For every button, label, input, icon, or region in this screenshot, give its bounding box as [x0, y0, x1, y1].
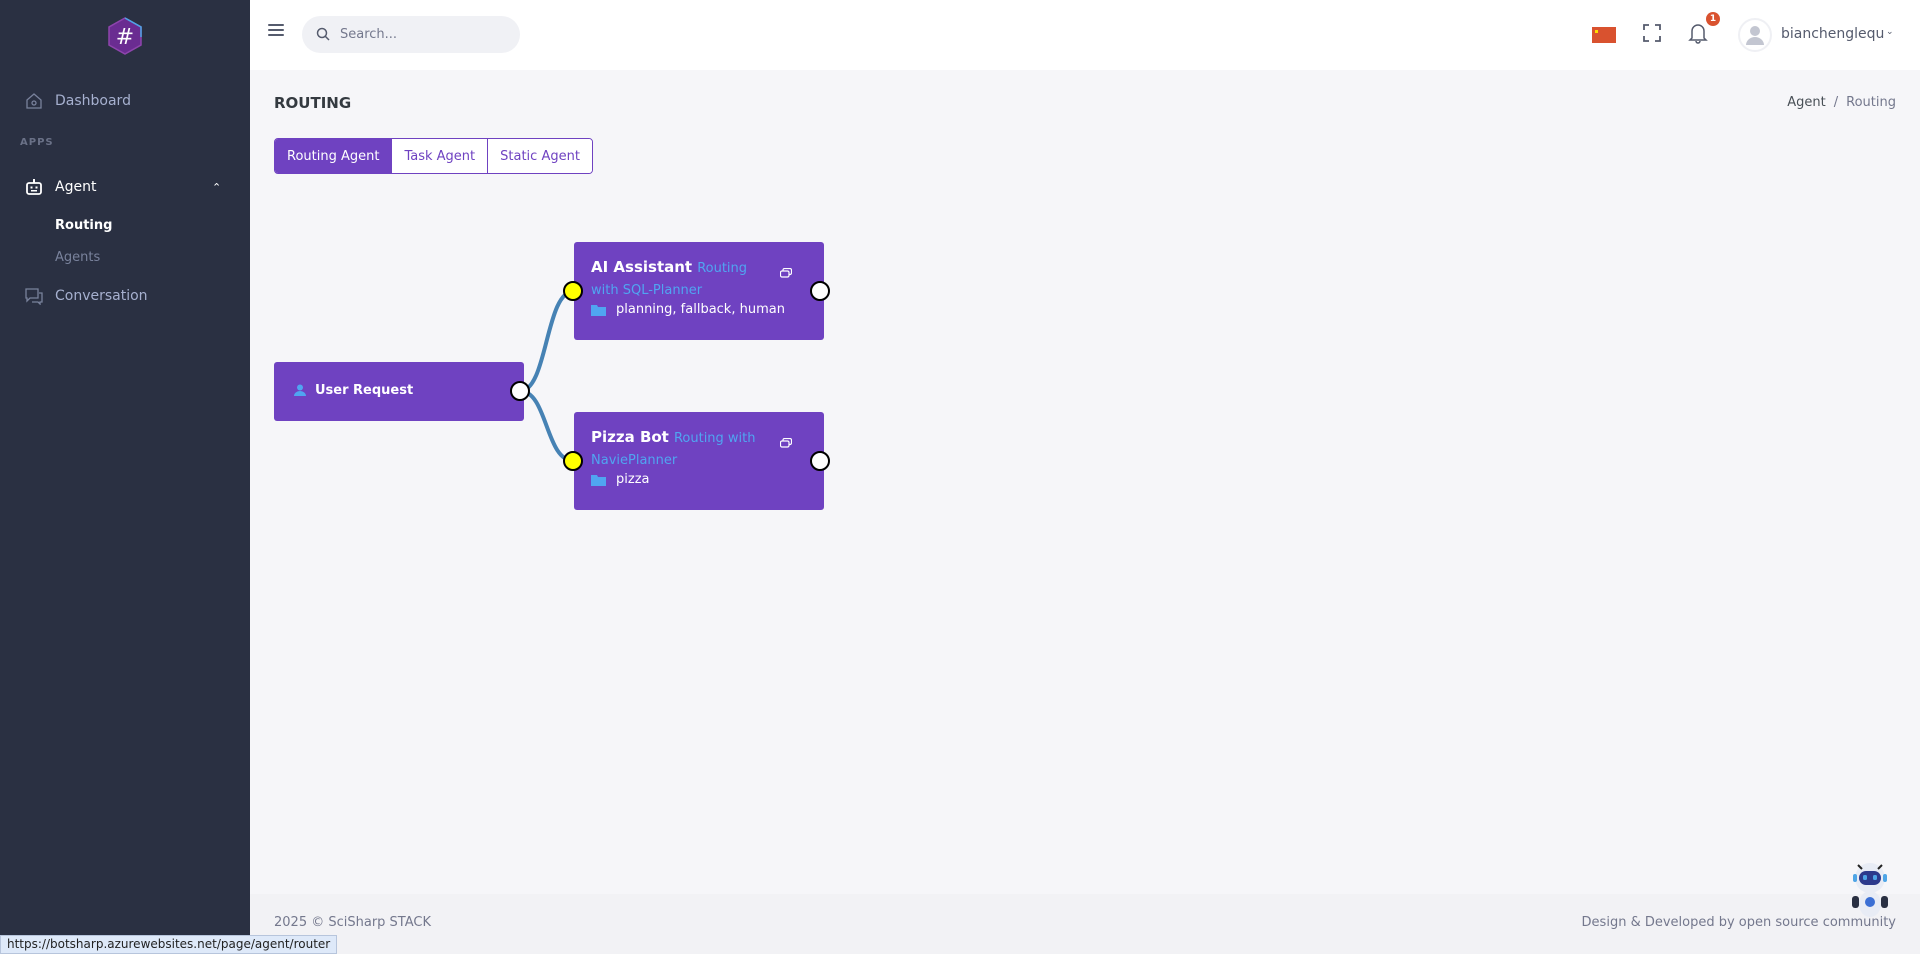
- top-header: 1 bianchenglequ ⌄: [250, 0, 1920, 70]
- input-port[interactable]: [563, 281, 583, 301]
- node-label: User Request: [315, 383, 414, 398]
- profiles-text: planning, fallback, human: [616, 302, 785, 317]
- breadcrumb-item-agent[interactable]: Agent: [1787, 95, 1825, 110]
- flow-node-agent[interactable]: AI Assistant Routing with SQL-Planner pl…: [574, 242, 824, 340]
- profiles-text: pizza: [616, 472, 650, 487]
- agent-name: Pizza Bot: [591, 428, 669, 446]
- output-port[interactable]: [810, 281, 830, 301]
- input-port[interactable]: [563, 451, 583, 471]
- node-title: AI Assistant Routing with SQL-Planner: [591, 257, 766, 301]
- edge-user-to-pizza-bot: [519, 389, 575, 463]
- notification-badge: 1: [1706, 12, 1720, 26]
- chat-icon: [24, 286, 44, 306]
- flow-node-user-request[interactable]: User Request: [274, 362, 524, 421]
- user-icon: [294, 384, 306, 396]
- search-box: [302, 16, 520, 53]
- search-input[interactable]: [340, 16, 510, 53]
- sidebar-item-dashboard[interactable]: Dashboard: [0, 86, 250, 116]
- search-icon: [316, 27, 330, 41]
- username[interactable]: bianchenglequ: [1781, 26, 1884, 42]
- folder-icon: [591, 304, 606, 316]
- edge-user-to-ai-assistant: [519, 289, 575, 393]
- sidebar-item-label: Agent: [55, 179, 97, 195]
- footer-copyright: 2025 © SciSharp STACK: [274, 915, 431, 930]
- breadcrumb: Agent / Routing: [1787, 95, 1896, 110]
- sidebar-item-conversation[interactable]: Conversation: [0, 281, 250, 311]
- sidebar-subitem-routing[interactable]: Routing: [55, 218, 112, 233]
- chat-icon[interactable]: [780, 438, 792, 449]
- robot-icon: [24, 177, 44, 197]
- tab-routing-agent[interactable]: Routing Agent: [275, 139, 393, 173]
- section-label-apps: APPS: [20, 137, 54, 148]
- agent-profiles: pizza: [591, 472, 649, 487]
- sidebar-item-label: Conversation: [55, 288, 148, 304]
- menu-toggle-icon[interactable]: [268, 24, 284, 38]
- page-title: ROUTING: [274, 94, 352, 112]
- chevron-up-icon: ⌃: [212, 180, 222, 194]
- agent-profiles: planning, fallback, human: [591, 302, 785, 317]
- tab-static-agent[interactable]: Static Agent: [488, 139, 592, 173]
- svg-text:#: #: [116, 25, 134, 50]
- footer: 2025 © SciSharp STACK Design & Developed…: [250, 894, 1920, 954]
- chat-icon[interactable]: [780, 268, 792, 279]
- breadcrumb-separator: /: [1833, 95, 1839, 110]
- avatar[interactable]: [1738, 18, 1772, 52]
- breadcrumb-item-current: Routing: [1846, 95, 1896, 110]
- output-port[interactable]: [510, 381, 530, 401]
- user-avatar-icon: [1746, 26, 1764, 45]
- fullscreen-icon[interactable]: [1643, 24, 1661, 42]
- bell-icon[interactable]: [1688, 22, 1708, 44]
- sidebar: # Dashboard APPS Agent ⌃ Routing Agents …: [0, 0, 250, 954]
- logo-icon[interactable]: #: [106, 17, 144, 55]
- sidebar-item-label: Dashboard: [55, 93, 131, 109]
- output-port[interactable]: [810, 451, 830, 471]
- chatbot-robot-icon[interactable]: [1848, 860, 1892, 920]
- folder-icon: [591, 474, 606, 486]
- home-icon: [24, 91, 44, 111]
- agent-name: AI Assistant: [591, 258, 693, 276]
- chevron-down-icon[interactable]: ⌄: [1886, 27, 1894, 37]
- flow-node-agent[interactable]: Pizza Bot Routing with NaviePlanner pizz…: [574, 412, 824, 510]
- sidebar-subitem-agents[interactable]: Agents: [55, 250, 100, 265]
- node-title: Pizza Bot Routing with NaviePlanner: [591, 427, 766, 471]
- tab-task-agent[interactable]: Task Agent: [392, 139, 489, 173]
- status-bar-url: https://botsharp.azurewebsites.net/page/…: [0, 935, 338, 954]
- sidebar-item-agent[interactable]: Agent ⌃: [0, 172, 250, 202]
- language-flag-icon[interactable]: [1592, 27, 1616, 43]
- agent-type-tabs: Routing Agent Task Agent Static Agent: [274, 138, 593, 174]
